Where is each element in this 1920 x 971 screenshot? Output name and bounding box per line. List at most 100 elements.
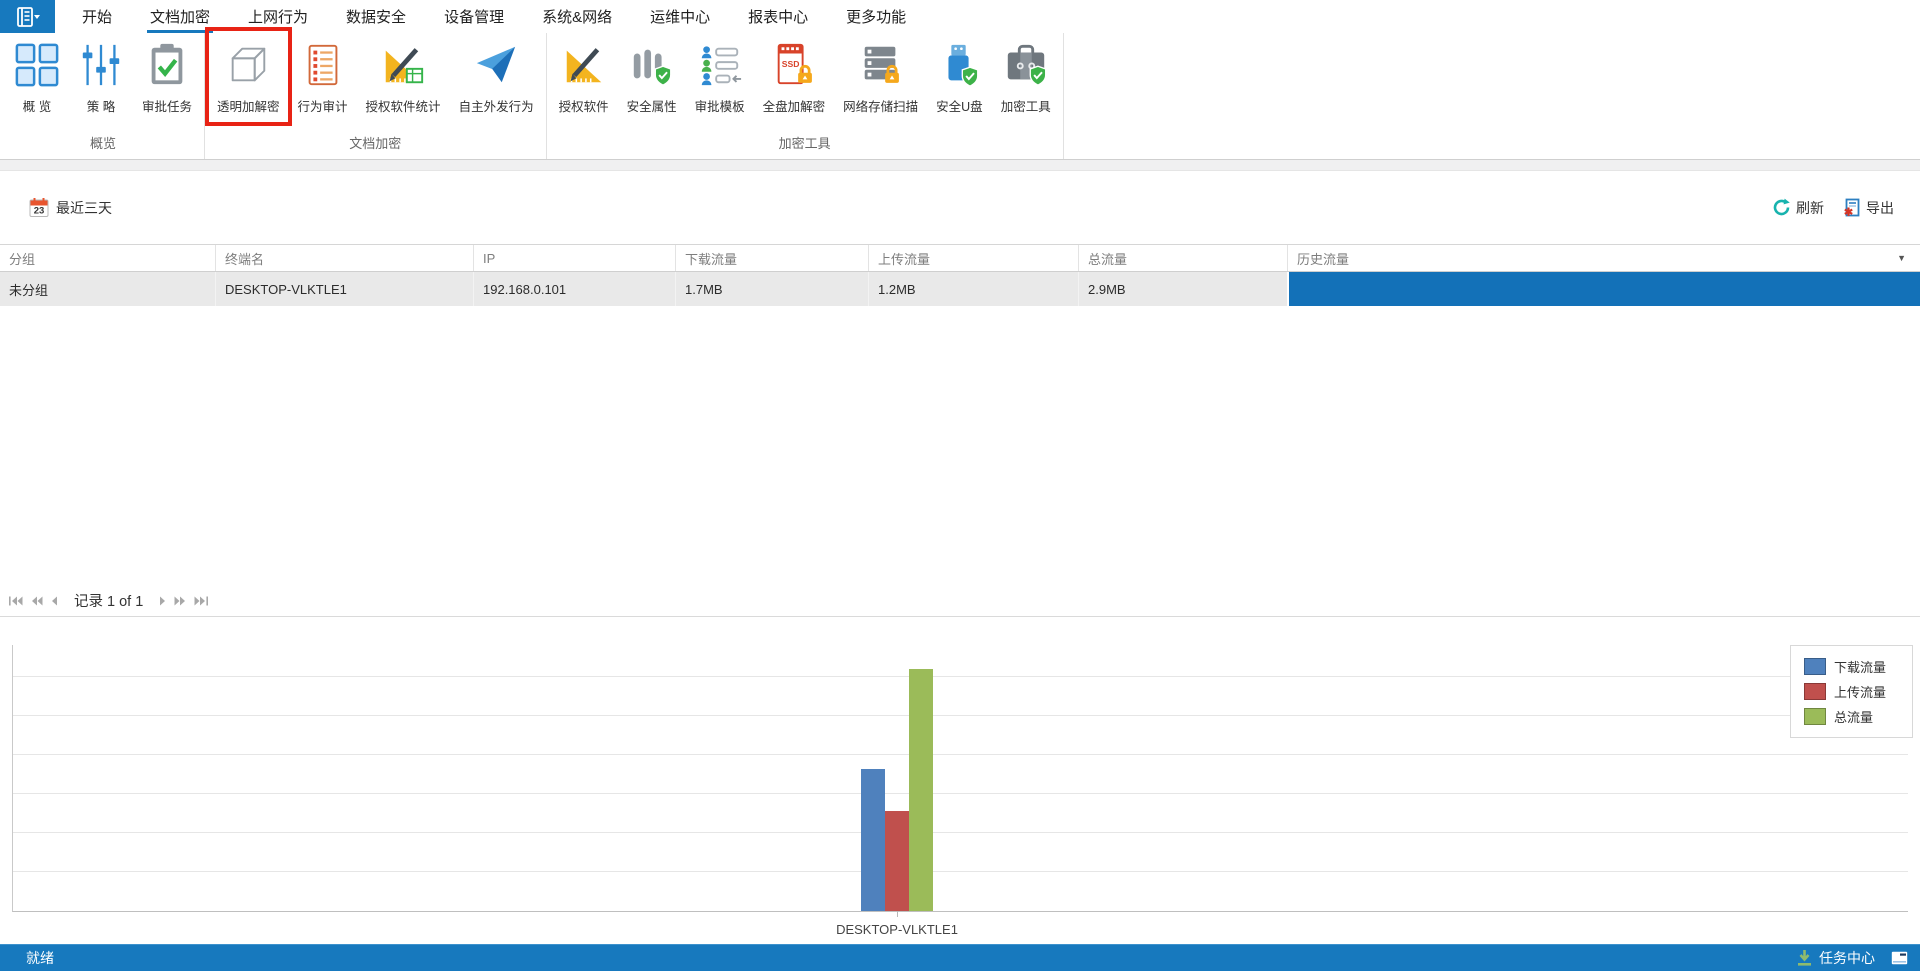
- menubar: 开始 文档加密 上网行为 数据安全 设备管理 系统&网络 运维中心 报表中心 更…: [0, 0, 1920, 33]
- refresh-icon: [1772, 198, 1791, 217]
- record-count-text: 记录 1 of 1: [74, 590, 143, 611]
- encryption-tools-icon: [1003, 42, 1049, 88]
- tab-device-management[interactable]: 设备管理: [425, 0, 523, 33]
- tab-document-encryption[interactable]: 文档加密: [131, 0, 229, 33]
- policy-button[interactable]: 策 略: [69, 33, 133, 119]
- gridline: [13, 832, 1908, 833]
- outgoing-behavior-button[interactable]: 自主外发行为: [450, 33, 543, 119]
- svg-text:23: 23: [34, 206, 45, 217]
- secure-usb-label: 安全U盘: [936, 96, 983, 115]
- prev-page-icon: [51, 596, 58, 606]
- cell-upload: 1.2MB: [868, 272, 1078, 306]
- column-header-ip[interactable]: IP: [473, 245, 675, 271]
- next-page-button[interactable]: [159, 596, 166, 606]
- column-header-history-label: 历史流量: [1297, 249, 1349, 268]
- traffic-chart: DESKTOP-VLKTLE1 下载流量 上传流量 总流量: [0, 617, 1920, 944]
- app-window: 开始 文档加密 上网行为 数据安全 设备管理 系统&网络 运维中心 报表中心 更…: [0, 0, 1920, 971]
- bar-download-traffic: [861, 769, 885, 911]
- export-label: 导出: [1866, 198, 1894, 218]
- security-attributes-button[interactable]: 安全属性: [618, 33, 686, 119]
- network-storage-scan-button[interactable]: 网络存储扫描: [834, 33, 927, 119]
- task-center-label: 任务中心: [1819, 948, 1875, 968]
- column-header-total[interactable]: 总流量: [1078, 245, 1287, 271]
- cell-history-bar: [1287, 272, 1920, 306]
- transparent-encryption-icon: [225, 42, 271, 88]
- overview-button[interactable]: 概 览: [5, 33, 69, 119]
- table-empty-area: [0, 306, 1920, 585]
- tab-start[interactable]: 开始: [63, 0, 131, 33]
- software-stats-label: 授权软件统计: [366, 96, 441, 115]
- prev-group-button[interactable]: [31, 596, 43, 606]
- app-menu-button[interactable]: [0, 0, 55, 33]
- table-row[interactable]: 未分组 DESKTOP-VLKTLE1 192.168.0.101 1.7MB …: [0, 272, 1920, 306]
- gridline: [13, 793, 1908, 794]
- column-header-download[interactable]: 下载流量: [675, 245, 868, 271]
- behavior-audit-label: 行为审计: [298, 96, 348, 115]
- next-group-button[interactable]: [174, 596, 186, 606]
- legend-item-upload: 上传流量: [1804, 682, 1912, 701]
- approval-tasks-button[interactable]: 审批任务: [133, 33, 201, 119]
- tab-system-network[interactable]: 系统&网络: [523, 0, 631, 33]
- transparent-encryption-label: 透明加解密: [217, 96, 280, 115]
- menu-tabs: 开始 文档加密 上网行为 数据安全 设备管理 系统&网络 运维中心 报表中心 更…: [63, 0, 925, 33]
- history-traffic-bar: [1289, 272, 1920, 306]
- gridline: [13, 715, 1908, 716]
- chart-plot-area: DESKTOP-VLKTLE1: [12, 645, 1908, 912]
- authorized-software-label: 授权软件: [559, 96, 609, 115]
- cell-ip: 192.168.0.101: [473, 272, 675, 306]
- tab-ops-center[interactable]: 运维中心: [631, 0, 729, 33]
- fast-backward-icon: [31, 596, 43, 606]
- legend-label-upload: 上传流量: [1834, 682, 1886, 701]
- tab-web-behavior[interactable]: 上网行为: [229, 0, 327, 33]
- full-disk-encryption-button[interactable]: SSD 全盘加解密: [754, 33, 835, 119]
- task-center-button[interactable]: 任务中心: [1796, 948, 1875, 968]
- legend-label-download: 下载流量: [1834, 657, 1886, 676]
- gridline: [13, 871, 1908, 872]
- legend-item-download: 下载流量: [1804, 657, 1912, 676]
- pager: 记录 1 of 1: [0, 585, 1920, 617]
- column-header-group[interactable]: 分组: [0, 245, 215, 271]
- x-axis-tick: [897, 911, 898, 917]
- cell-download: 1.7MB: [675, 272, 868, 306]
- full-disk-encryption-label: 全盘加解密: [763, 96, 826, 115]
- toolbar-actions: 刷新 导出: [1772, 198, 1894, 218]
- security-attributes-label: 安全属性: [627, 96, 677, 115]
- secure-usb-button[interactable]: 安全U盘: [927, 33, 992, 119]
- approval-template-button[interactable]: 审批模板: [686, 33, 754, 119]
- transparent-encryption-button[interactable]: 透明加解密: [208, 33, 289, 119]
- content-toolbar: 23 最近三天 刷新: [0, 171, 1920, 244]
- behavior-audit-button[interactable]: 行为审计: [289, 33, 357, 119]
- export-icon: [1842, 198, 1861, 217]
- gridline: [13, 754, 1908, 755]
- column-dropdown-caret-icon[interactable]: ▼: [1897, 253, 1906, 263]
- last-page-button[interactable]: [194, 596, 208, 606]
- svg-text:SSD: SSD: [782, 59, 800, 69]
- ribbon-group-label-overview: 概览: [5, 131, 201, 159]
- taskbar-window-icon[interactable]: [1891, 951, 1908, 965]
- refresh-button[interactable]: 刷新: [1772, 198, 1824, 218]
- approval-template-icon: [697, 42, 743, 88]
- column-header-terminal[interactable]: 终端名: [215, 245, 473, 271]
- tab-more-features[interactable]: 更多功能: [827, 0, 925, 33]
- column-header-upload[interactable]: 上传流量: [868, 245, 1078, 271]
- authorized-software-button[interactable]: 授权软件: [550, 33, 618, 119]
- policy-icon: [78, 42, 124, 88]
- column-header-history[interactable]: 历史流量 ▼: [1287, 245, 1920, 271]
- gridline: [13, 676, 1908, 677]
- tab-data-security[interactable]: 数据安全: [327, 0, 425, 33]
- legend-item-total: 总流量: [1804, 707, 1912, 726]
- ribbon-group-encryption-tools: 授权软件 安全属性: [547, 33, 1064, 159]
- network-storage-scan-label: 网络存储扫描: [843, 96, 918, 115]
- bar-total-traffic: [909, 669, 933, 911]
- prev-page-button[interactable]: [51, 596, 58, 606]
- software-stats-button[interactable]: 授权软件统计: [357, 33, 450, 119]
- encryption-tools-button[interactable]: 加密工具: [992, 33, 1060, 119]
- x-axis-category-label: DESKTOP-VLKTLE1: [777, 922, 1017, 937]
- security-attributes-icon: [629, 42, 675, 88]
- date-filter-button[interactable]: 23 最近三天: [29, 197, 112, 218]
- date-filter-label: 最近三天: [56, 198, 112, 218]
- export-button[interactable]: 导出: [1842, 198, 1894, 218]
- tab-report-center[interactable]: 报表中心: [729, 0, 827, 33]
- first-page-button[interactable]: [9, 596, 23, 606]
- last-page-icon: [194, 596, 208, 606]
